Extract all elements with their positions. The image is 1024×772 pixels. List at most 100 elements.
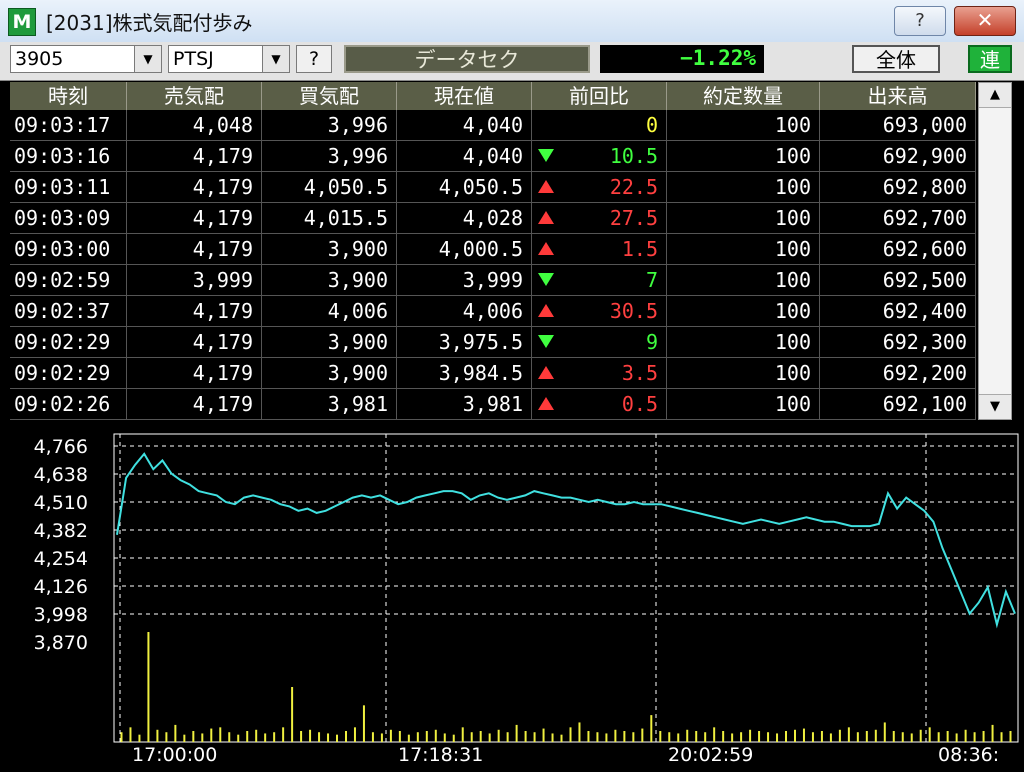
cell-quantity: 100 bbox=[667, 327, 820, 358]
y-tick-label: 4,638 bbox=[34, 464, 88, 486]
cell-quantity: 100 bbox=[667, 358, 820, 389]
up-arrow-icon bbox=[538, 242, 554, 255]
y-tick-label: 4,766 bbox=[34, 436, 88, 458]
table-row[interactable]: 09:02:29 4,179 3,900 3,984.5 3.5 100 692,200 bbox=[10, 358, 976, 389]
cell-price: 4,040 bbox=[397, 110, 532, 141]
cell-bid: 4,006 bbox=[262, 296, 397, 327]
scroll-down-icon[interactable]: ▼ bbox=[979, 394, 1011, 419]
cell-time: 09:02:26 bbox=[10, 389, 127, 420]
cell-ask: 4,048 bbox=[127, 110, 262, 141]
cell-price: 3,975.5 bbox=[397, 327, 532, 358]
cell-change: 10.5 bbox=[532, 141, 667, 172]
cell-change: 1.5 bbox=[532, 234, 667, 265]
table-row[interactable]: 09:02:37 4,179 4,006 4,006 30.5 100 692,400 bbox=[10, 296, 976, 327]
cell-time: 09:02:59 bbox=[10, 265, 127, 296]
market-combo[interactable]: PTSJ ▼ bbox=[168, 45, 290, 73]
intraday-chart: 4,766 4,638 4,510 4,382 4,254 4,126 3,998 3,870… bbox=[0, 424, 1024, 768]
y-tick-label: 3,870 bbox=[34, 632, 88, 654]
cell-volume: 692,500 bbox=[820, 265, 976, 296]
header-change[interactable]: 前回比 bbox=[532, 82, 667, 110]
chevron-down-icon[interactable]: ▼ bbox=[134, 46, 161, 72]
table-row[interactable]: 09:02:29 4,179 3,900 3,975.5 9 100 692,300 bbox=[10, 327, 976, 358]
scroll-up-icon[interactable]: ▲ bbox=[979, 83, 1011, 108]
cell-price: 4,006 bbox=[397, 296, 532, 327]
header-quantity[interactable]: 約定数量 bbox=[667, 82, 820, 110]
cell-change: 9 bbox=[532, 327, 667, 358]
cell-quantity: 100 bbox=[667, 296, 820, 327]
header-bid[interactable]: 買気配 bbox=[262, 82, 397, 110]
price-line bbox=[116, 452, 1016, 629]
y-tick-label: 4,510 bbox=[34, 492, 88, 514]
x-tick-label: 08:36: bbox=[938, 744, 999, 766]
cell-bid: 3,900 bbox=[262, 234, 397, 265]
up-arrow-icon bbox=[538, 366, 554, 379]
cell-bid: 4,015.5 bbox=[262, 203, 397, 234]
change-value: 1.5 bbox=[621, 237, 658, 261]
cell-time: 09:02:37 bbox=[10, 296, 127, 327]
header-volume[interactable]: 出来高 bbox=[820, 82, 976, 110]
cell-bid: 3,900 bbox=[262, 358, 397, 389]
code-search-button[interactable]: ? bbox=[296, 45, 332, 73]
header-ask[interactable]: 売気配 bbox=[127, 82, 262, 110]
cell-bid: 3,996 bbox=[262, 110, 397, 141]
code-combo[interactable]: 3905 ▼ bbox=[10, 45, 162, 73]
cell-bid: 3,900 bbox=[262, 265, 397, 296]
cell-price: 4,028 bbox=[397, 203, 532, 234]
header-time[interactable]: 時刻 bbox=[10, 82, 127, 110]
window-title: [2031]株式気配付歩み bbox=[46, 11, 253, 35]
cell-time: 09:03:09 bbox=[10, 203, 127, 234]
cell-change: 30.5 bbox=[532, 296, 667, 327]
table-row[interactable]: 09:03:11 4,179 4,050.5 4,050.5 22.5 100 692,80… bbox=[10, 172, 976, 203]
app-icon: M bbox=[8, 8, 36, 36]
cell-volume: 692,800 bbox=[820, 172, 976, 203]
code-value: 3905 bbox=[15, 48, 64, 70]
change-value: 7 bbox=[645, 268, 658, 292]
cell-change: 7 bbox=[532, 265, 667, 296]
cell-ask: 4,179 bbox=[127, 234, 262, 265]
cell-volume: 693,000 bbox=[820, 110, 976, 141]
cell-bid: 4,050.5 bbox=[262, 172, 397, 203]
table-row[interactable]: 09:03:09 4,179 4,015.5 4,028 27.5 100 692,700 bbox=[10, 203, 976, 234]
cell-time: 09:03:16 bbox=[10, 141, 127, 172]
cell-price: 3,999 bbox=[397, 265, 532, 296]
close-button[interactable]: ✕ bbox=[954, 6, 1016, 36]
cell-volume: 692,400 bbox=[820, 296, 976, 327]
cell-quantity: 100 bbox=[667, 110, 820, 141]
change-value: 22.5 bbox=[609, 175, 658, 199]
table-scrollbar[interactable]: ▲ ▼ bbox=[978, 82, 1012, 420]
x-tick-label: 20:02:59 bbox=[668, 744, 753, 766]
cell-bid: 3,981 bbox=[262, 389, 397, 420]
help-button[interactable]: ? bbox=[894, 6, 946, 36]
market-value: PTSJ bbox=[173, 48, 214, 70]
x-tick-label: 17:18:31 bbox=[398, 744, 483, 766]
up-arrow-icon bbox=[538, 211, 554, 224]
table-row[interactable]: 09:03:00 4,179 3,900 4,000.5 1.5 100 692,600 bbox=[10, 234, 976, 265]
down-arrow-icon bbox=[538, 335, 554, 348]
up-arrow-icon bbox=[538, 304, 554, 317]
cell-quantity: 100 bbox=[667, 389, 820, 420]
cell-change: 27.5 bbox=[532, 203, 667, 234]
table-row[interactable]: 09:03:16 4,179 3,996 4,040 10.5 100 692,900 bbox=[10, 141, 976, 172]
cell-time: 09:03:11 bbox=[10, 172, 127, 203]
y-tick-label: 3,998 bbox=[34, 604, 88, 626]
table-row[interactable]: 09:03:17 4,048 3,996 4,040 0 100 693,000 bbox=[10, 110, 976, 141]
cell-price: 3,984.5 bbox=[397, 358, 532, 389]
cell-price: 4,000.5 bbox=[397, 234, 532, 265]
cell-quantity: 100 bbox=[667, 265, 820, 296]
cell-price: 4,040 bbox=[397, 141, 532, 172]
down-arrow-icon bbox=[538, 273, 554, 286]
cell-volume: 692,600 bbox=[820, 234, 976, 265]
chevron-down-icon[interactable]: ▼ bbox=[262, 46, 289, 72]
table-row[interactable]: 09:02:26 4,179 3,981 3,981 0.5 100 692,100 bbox=[10, 389, 976, 420]
link-toggle[interactable]: 連 bbox=[968, 45, 1012, 73]
cell-ask: 4,179 bbox=[127, 296, 262, 327]
cell-ask: 4,179 bbox=[127, 389, 262, 420]
all-button[interactable]: 全体 bbox=[852, 45, 940, 73]
table-row[interactable]: 09:02:59 3,999 3,900 3,999 7 100 692,500 bbox=[10, 265, 976, 296]
title-bar: M [2031]株式気配付歩み ? ✕ bbox=[0, 0, 1024, 43]
up-arrow-icon bbox=[538, 180, 554, 193]
header-price[interactable]: 現在値 bbox=[397, 82, 532, 110]
change-value: 0.5 bbox=[621, 392, 658, 416]
cell-ask: 3,999 bbox=[127, 265, 262, 296]
cell-volume: 692,700 bbox=[820, 203, 976, 234]
